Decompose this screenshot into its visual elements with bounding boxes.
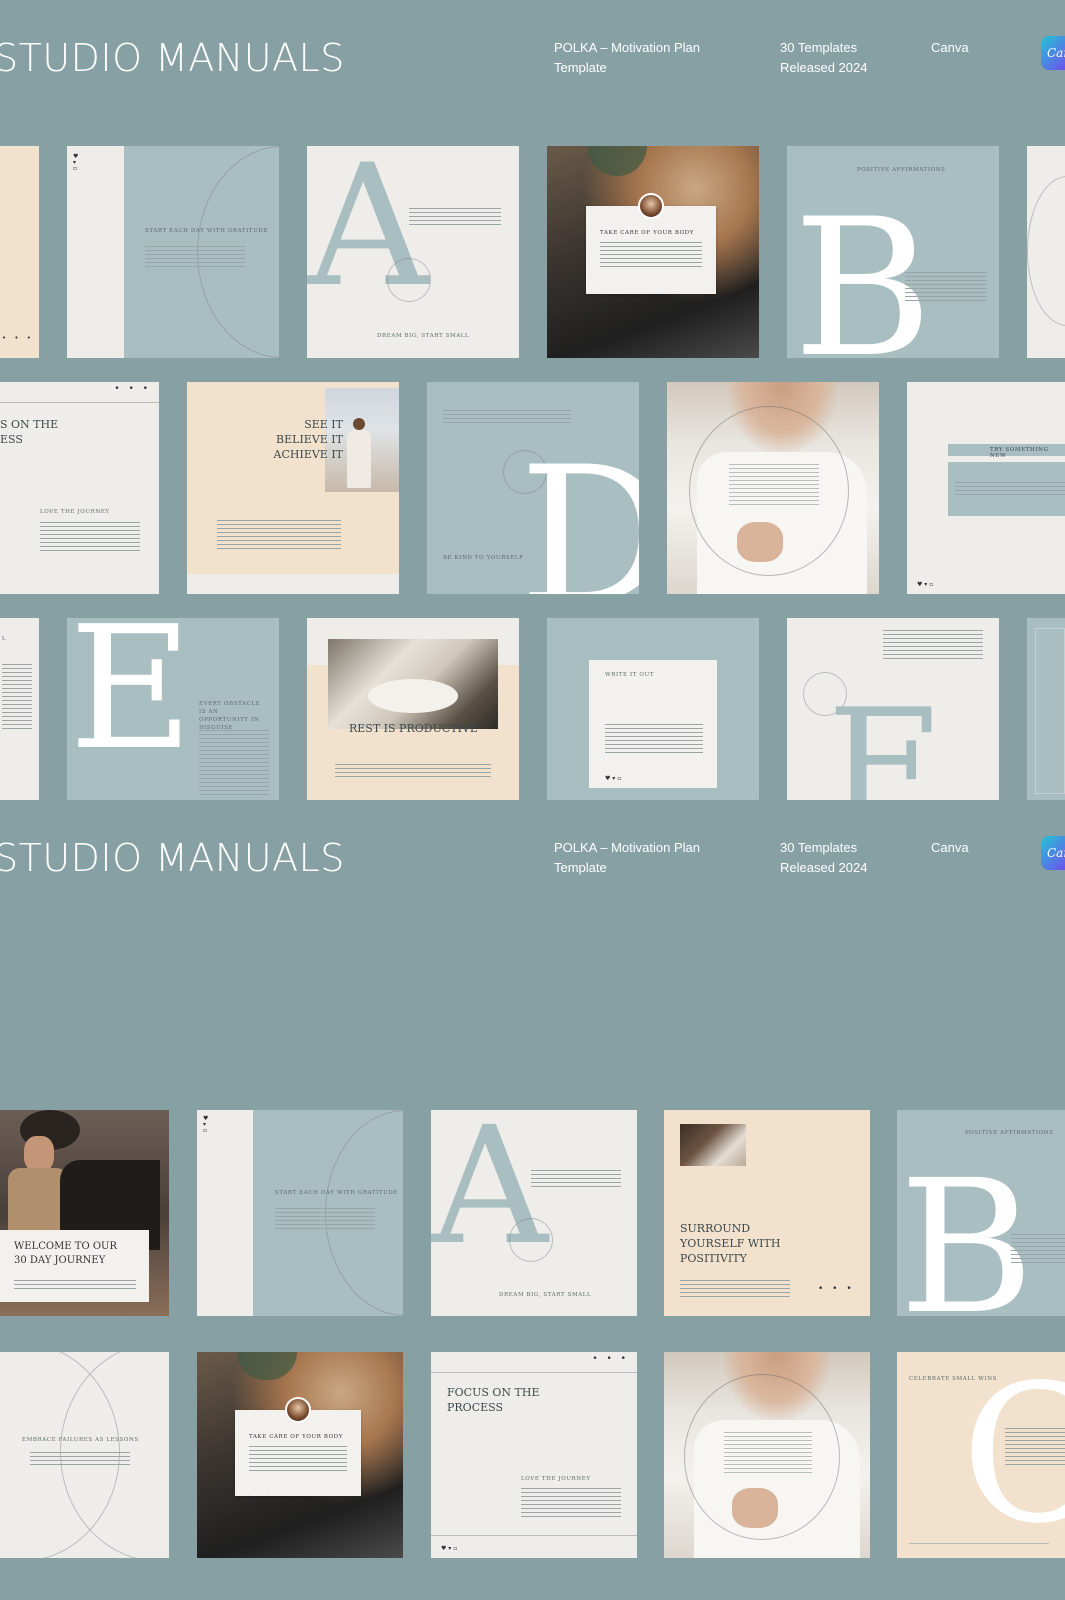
tile-subheading: LOVE THE JOURNEY bbox=[521, 1476, 591, 1482]
card-heading: TAKE CARE OF YOUR BODY bbox=[600, 230, 694, 236]
tile-try-new: TRY SOMETHING NEW ♥ ▾ ▫ bbox=[907, 382, 1065, 594]
tile-letter-f: F bbox=[787, 618, 999, 800]
tile-letter-d: D BE KIND TO YOURSELF bbox=[427, 382, 639, 594]
letter-d: D bbox=[519, 426, 639, 595]
welcome-card: WELCOME TO OUR 30 DAY JOURNEY bbox=[0, 1230, 149, 1302]
tile-affirmations-2: POSITIVE AFFIRMATIONS B bbox=[897, 1110, 1065, 1316]
tile-affirmations: POSITIVE AFFIRMATIONS B bbox=[787, 146, 999, 358]
tile-embrace: EMBRACE FAILURES AS LESSONS bbox=[0, 1352, 169, 1558]
tile-woman-necklace-1 bbox=[667, 382, 879, 594]
product-name: POLKA – Motivation Plan Template bbox=[554, 840, 700, 875]
social-icons: ♥ ▾ ▫ bbox=[917, 581, 934, 588]
template-count: 30 Templates Released 2024 bbox=[780, 840, 868, 875]
tile-partial-right-1 bbox=[1027, 146, 1065, 358]
tile-heading: POSITIVE AFFIRMATIONS bbox=[857, 167, 946, 173]
dots-icon: • • • bbox=[114, 384, 151, 394]
dots-icon: • • • bbox=[818, 1284, 855, 1294]
tile-heading: S ON THE ESS bbox=[0, 418, 59, 446]
social-icons: ♥ ▾ ▫ bbox=[605, 775, 622, 782]
template-count: 30 Templates Released 2024 bbox=[780, 40, 868, 75]
tile-subheading: LOVE THE JOURNEY bbox=[40, 509, 110, 515]
tile-heading: REST IS PRODUCTIVE bbox=[349, 722, 478, 735]
header-top: STUDIO MANUALS POLKA – Motivation Plan T… bbox=[0, 24, 1065, 104]
platform-label: Canva bbox=[931, 840, 969, 855]
canva-logo-icon: Canva bbox=[1041, 836, 1065, 870]
tile-heading: SURROUND YOURSELF WITH POSITIVITY bbox=[680, 1222, 781, 1265]
brand-title: STUDIO MANUALS bbox=[0, 36, 345, 80]
tile-heading: START EACH DAY WITH GRATITUDE bbox=[145, 228, 269, 234]
tile-heading: WELCOME TO OUR 30 DAY JOURNEY bbox=[14, 1241, 117, 1266]
tile-heading: EVERY OBSTACLE IS AN OPPORTUNITY IN DISG… bbox=[199, 701, 261, 731]
tile-woman-necklace-2 bbox=[664, 1352, 870, 1558]
text-card: TAKE CARE OF YOUR BODY bbox=[586, 206, 716, 294]
letter-f: F bbox=[827, 674, 939, 801]
tile-take-care: TAKE CARE OF YOUR BODY • • • bbox=[547, 146, 759, 358]
avatar bbox=[285, 1397, 311, 1423]
tile-celebrate: CELEBRATE SMALL WINS C bbox=[897, 1352, 1065, 1558]
avatar bbox=[638, 193, 664, 219]
dots-icon: • • • bbox=[597, 285, 627, 292]
tile-gratitude-2: ♥ ▾ ▫ START EACH DAY WITH GRATITUDE bbox=[197, 1110, 403, 1316]
tile-heading: EMBRACE FAILURES AS LESSONS bbox=[22, 1437, 139, 1443]
tile-letter-a: A DREAM BIG, START SMALL bbox=[307, 146, 519, 358]
social-icons: ♥ ▾ ▫ bbox=[73, 153, 79, 172]
tile-focus: • • • FOCUS ON THE PROCESS LOVE THE JOUR… bbox=[431, 1352, 637, 1558]
tile-letter-e: E EVERY OBSTACLE IS AN OPPORTUNITY IN DI… bbox=[67, 618, 279, 800]
tile-rest: REST IS PRODUCTIVE bbox=[307, 618, 519, 800]
tile-heading: DREAM BIG, START SMALL bbox=[377, 333, 470, 339]
resting-woman-photo bbox=[328, 639, 498, 729]
letter-e: E bbox=[69, 618, 194, 788]
tile-heading: FOCUS ON THE PROCESS bbox=[447, 1386, 540, 1414]
tile-surround: SURROUND YOURSELF WITH POSITIVITY • • • bbox=[664, 1110, 870, 1316]
card-heading: TAKE CARE OF YOUR BODY bbox=[249, 1434, 343, 1440]
tile-process-partial: • • • S ON THE ESS LOVE THE JOURNEY bbox=[0, 382, 159, 594]
dots-icon: • • • bbox=[247, 1487, 277, 1494]
tile-take-care-2: TAKE CARE OF YOUR BODY • • • bbox=[197, 1352, 403, 1558]
tile-gratitude: ♥ ▾ ▫ START EACH DAY WITH GRATITUDE bbox=[67, 146, 279, 358]
tile-heading: START EACH DAY WITH GRATITUDE bbox=[275, 1190, 399, 1196]
tile-heading: TRY SOMETHING NEW bbox=[948, 444, 1065, 459]
tile-partial-left-3: L bbox=[0, 618, 39, 800]
social-icons: ♥ ▾ ▫ bbox=[441, 1545, 458, 1552]
tile-heading: SEE IT BELIEVE IT ACHIEVE IT bbox=[273, 418, 343, 461]
product-name: POLKA – Motivation Plan Template bbox=[554, 40, 700, 75]
tile-heading: DREAM BIG, START SMALL bbox=[499, 1292, 592, 1298]
tile-heading: BE KIND TO YOURSELF bbox=[443, 555, 524, 561]
tile-welcome: WELCOME TO OUR 30 DAY JOURNEY bbox=[0, 1110, 169, 1316]
tile-heading: POSITIVE AFFIRMATIONS bbox=[965, 1130, 1054, 1136]
journal-photo bbox=[680, 1124, 746, 1166]
tile-see-it: SEE IT BELIEVE IT ACHIEVE IT bbox=[187, 382, 399, 594]
social-icons: ♥ ▾ ▫ bbox=[203, 1115, 209, 1134]
tile-partial-right-3 bbox=[1027, 618, 1065, 800]
header-second: STUDIO MANUALS POLKA – Motivation Plan T… bbox=[0, 824, 1065, 904]
tile-write-out: WRITE IT OUT ♥ ▾ ▫ bbox=[547, 618, 759, 800]
text-card: WRITE IT OUT ♥ ▾ ▫ bbox=[589, 660, 717, 788]
platform-label: Canva bbox=[931, 40, 969, 55]
tile-partial-left-1: • • • bbox=[0, 146, 39, 358]
brand-title: STUDIO MANUALS bbox=[0, 836, 345, 880]
tile-letter-a-2: A DREAM BIG, START SMALL bbox=[431, 1110, 637, 1316]
canva-logo-icon: Canva bbox=[1041, 36, 1065, 70]
dots-icon: • • • bbox=[2, 334, 34, 342]
dots-icon: • • • bbox=[592, 1354, 629, 1364]
card-heading: WRITE IT OUT bbox=[605, 672, 655, 678]
